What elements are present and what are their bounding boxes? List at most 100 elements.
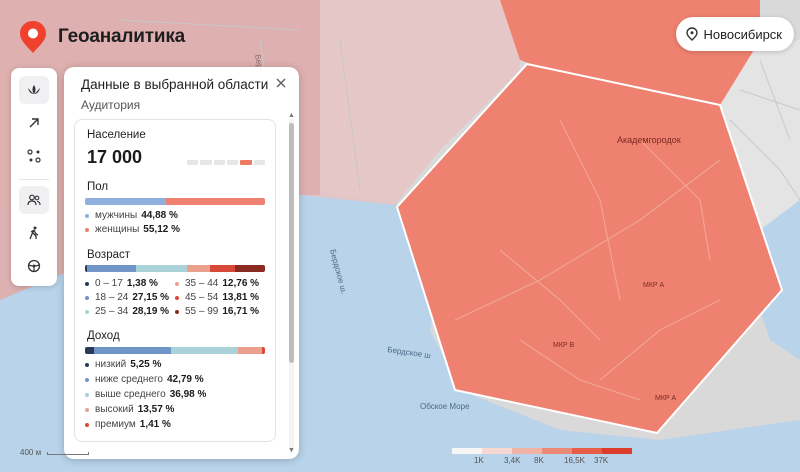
area-data-panel: Данные в выбранной области Аудитория ▲ ▼… [64,67,299,459]
income-legend-value: 5,25 % [130,359,162,370]
panel-title: Данные в выбранной области [81,77,269,92]
age-legend-value: 12,76 % [222,278,260,289]
age-legend-item: 18 – 24 27,15 % [85,292,169,303]
scrollbar-thumb[interactable] [289,123,294,363]
population-scale-step [187,160,199,165]
income-bar-segment [94,347,172,354]
app-title: Геоаналитика [58,26,186,47]
age-bar-segment [234,265,265,272]
audience-card: Население 17 000 Пол мужчины 44,88 % женщи… [74,119,276,442]
density-legend-label: 3,4K [504,456,521,465]
toolbar-audience-button[interactable] [19,186,49,214]
age-legend-item: 35 – 44 12,76 % [175,278,259,289]
toolbar-layers-button[interactable] [19,76,49,104]
age-legend-name: 25 – 34 [95,306,129,317]
density-legend: 1K 3,4K 8K 16,5K 37K [452,448,632,466]
arrow-up-right-icon [29,118,39,128]
age-legend-name: 55 – 99 [185,306,219,317]
location-pin-icon [685,27,698,41]
age-legend-value: 27,15 % [132,292,170,303]
gender-legend-value: 55,12 % [143,224,180,235]
section-title: Аудитория [81,98,141,112]
age-bar [85,265,265,272]
population-scale-step [226,160,239,165]
age-legend-name: 35 – 44 [185,278,219,289]
population-scale-step [240,160,252,165]
income-legend-name: ниже среднего [95,374,163,385]
population-scale [187,160,265,165]
age-legend-value: 13,81 % [222,292,260,303]
age-legend-item: 55 – 99 16,71 % [175,306,259,317]
density-legend-step [512,448,542,454]
age-legend-value: 16,71 % [222,306,260,317]
income-label: Доход [87,330,120,342]
app-logo[interactable]: Геоаналитика [18,20,185,54]
route-dots-icon [27,149,41,163]
map-label-mkr-c: МКР А [655,395,677,402]
scroll-down-arrow-icon[interactable]: ▼ [288,447,295,454]
income-legend-value: 1,41 % [139,419,171,430]
distance-scale-bar [47,452,89,455]
gender-legend-name: мужчины [95,210,138,221]
legend-dot-icon [175,309,179,314]
density-legend-label: 37K [594,456,609,465]
legend-dot-icon [85,309,89,314]
population-value: 17 000 [87,147,143,167]
age-legend-value: 1,38 % [126,278,158,289]
population-scale-step [213,160,225,165]
legend-dot-icon [85,407,89,412]
income-legend-item: высокий 13,57 % [85,404,174,415]
income-legend-value: 42,79 % [166,374,204,385]
toolbar-pedestrian-button[interactable] [19,219,49,247]
gender-bar-segment [85,198,166,205]
population-scale-step [253,160,265,165]
income-bar-segment [262,347,265,354]
city-label: Новосибирск [703,26,783,42]
income-legend-item: выше среднего 36,98 % [85,389,206,400]
density-legend-label: 8K [534,456,544,465]
city-selector-button[interactable]: Новосибирск [675,17,794,51]
people-icon [27,194,41,206]
income-legend-name: высокий [95,404,134,415]
density-legend-label: 1K [474,456,484,465]
density-legend-step [542,448,572,454]
legend-dot-icon [175,295,179,300]
legend-dot-icon [85,392,89,397]
income-legend-item: ниже среднего 42,79 % [85,374,204,385]
legend-dot-icon [85,362,89,367]
age-legend-item: 45 – 54 13,81 % [175,292,259,303]
gender-legend-item: женщины 55,12 % [85,224,180,235]
gender-label: Пол [87,181,109,193]
gender-bar-segment [165,198,265,205]
income-legend-item: премиум 1,41 % [85,419,171,430]
map-label-mkr-a: МКР А [643,282,665,289]
income-legend-name: премиум [95,419,136,430]
age-bar-segment [136,265,188,272]
age-bar-segment [210,265,235,272]
close-icon[interactable] [273,75,289,91]
density-legend-step [452,448,482,454]
legend-dot-icon [85,295,89,300]
walking-person-icon [29,226,39,240]
distance-scale-label: 400 м [20,448,42,457]
income-legend-name: низкий [95,359,127,370]
density-legend-bar [452,448,632,454]
population-label: Население [87,129,146,141]
gender-legend-name: женщины [95,224,140,235]
gender-bar [85,198,265,205]
toolbar-car-button[interactable] [19,252,49,280]
density-legend-step [482,448,512,454]
gender-legend-value: 44,88 % [141,210,178,221]
income-legend-item: низкий 5,25 % [85,359,161,370]
toolbar-route-button[interactable] [19,142,49,170]
legend-dot-icon [85,227,89,232]
scroll-up-arrow-icon[interactable]: ▲ [288,112,295,119]
map-label-obskoe-more: Обское Море [420,402,470,411]
income-bar-segment [85,347,95,354]
toolbar-direction-button[interactable] [19,109,49,137]
logo-pin-icon [20,21,46,53]
age-legend-name: 0 – 17 [95,278,123,289]
age-label: Возраст [87,249,131,261]
steering-wheel-icon [27,259,41,273]
age-legend-name: 18 – 24 [95,292,129,303]
